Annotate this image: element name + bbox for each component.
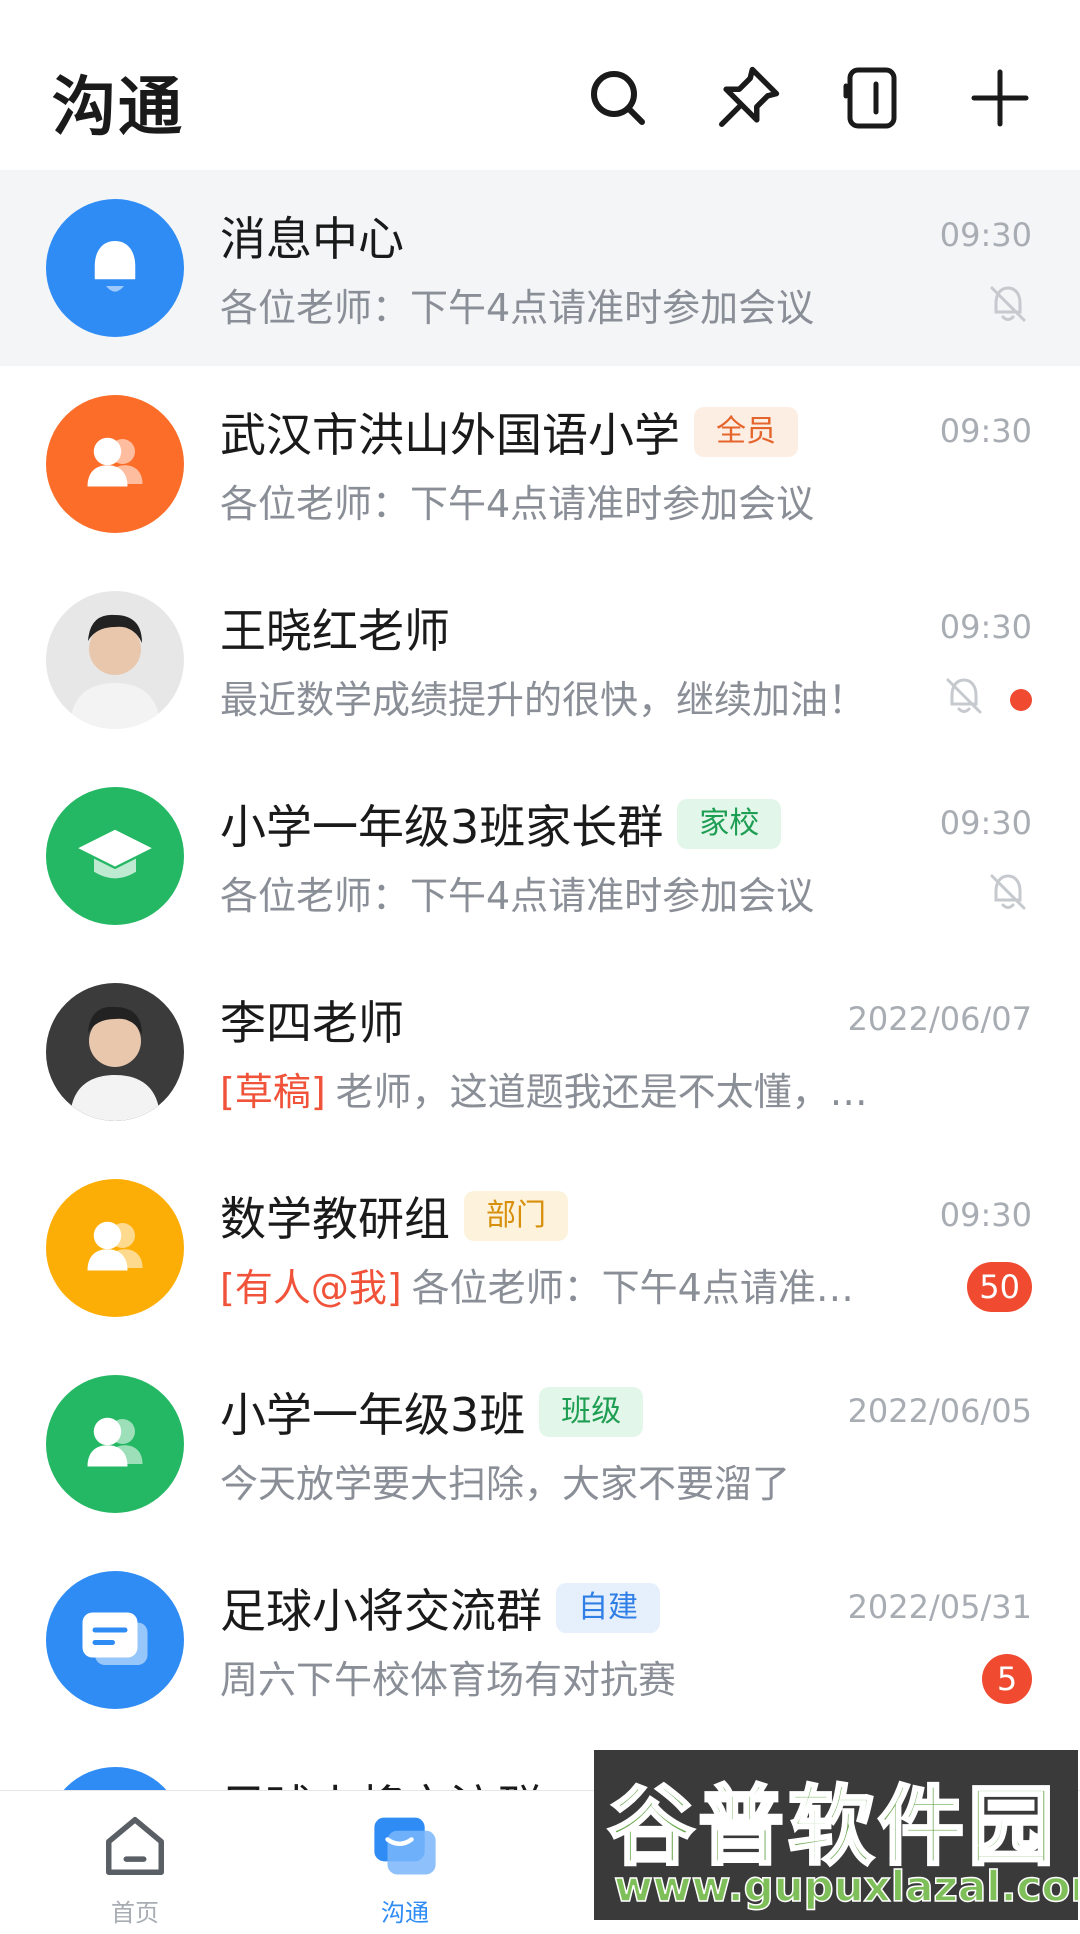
conversation-tag: 班级 xyxy=(539,1387,644,1437)
preview-prefix: [有人@我] xyxy=(220,1265,402,1310)
conversation-name: 消息中心 xyxy=(220,212,404,266)
avatar xyxy=(46,1179,184,1317)
watermark-url: www.gupuxlazal.com xyxy=(613,1861,1078,1912)
unread-dot xyxy=(1010,689,1032,711)
user-photo xyxy=(70,614,160,729)
home-icon xyxy=(106,1817,164,1875)
conversation-preview: 各位老师：下午4点请准时参加会议 xyxy=(220,873,815,918)
app-header: 沟通 xyxy=(0,0,1080,170)
conversation-item[interactable]: 李四老师 2022/06/07 [草稿]老师，这道题我还是不太懂，能麻烦… xyxy=(0,954,1080,1150)
conversation-title-line: 武汉市洪山外国语小学 全员 xyxy=(220,402,798,462)
conversation-preview-line: [草稿]老师，这道题我还是不太懂，能麻烦… xyxy=(220,1062,900,1114)
conversation-time: 09:30 xyxy=(939,412,1032,450)
mute-icon xyxy=(984,868,1032,916)
conversation-time: 2022/06/07 xyxy=(847,1000,1032,1038)
tablet-icon xyxy=(843,67,897,129)
avatar xyxy=(46,983,184,1121)
conversation-time: 2022/05/31 xyxy=(847,1588,1032,1626)
conversation-item[interactable]: 小学一年级3班 班级 2022/06/05 今天放学要大扫除，大家不要溜了 xyxy=(0,1346,1080,1542)
watermark: 谷普软件园 www.gupuxlazal.com xyxy=(594,1750,1078,1920)
conversation-preview-line: [有人@我] 各位老师：下午4点请准… xyxy=(220,1258,900,1310)
mute-icon xyxy=(984,280,1032,328)
chat-bubble-icon xyxy=(82,1612,148,1665)
tab-home[interactable]: 首页 xyxy=(55,1811,215,1927)
conversation-time: 09:30 xyxy=(939,804,1032,842)
chat-icon xyxy=(374,1817,436,1875)
tab-home-label: 首页 xyxy=(111,1899,159,1927)
conversation-tag: 家校 xyxy=(677,799,782,849)
conversation-preview-line: 各位老师：下午4点请准时参加会议 xyxy=(220,474,900,526)
page-title: 沟通 xyxy=(52,71,184,145)
unread-badge: 5 xyxy=(982,1654,1032,1704)
avatar xyxy=(46,1375,184,1513)
pin-icon xyxy=(719,66,780,127)
preview-prefix: [草稿] xyxy=(220,1069,326,1114)
avatar xyxy=(46,199,184,337)
avatar xyxy=(46,787,184,925)
conversation-item[interactable]: 武汉市洪山外国语小学 全员 09:30 各位老师：下午4点请准时参加会议 xyxy=(0,366,1080,562)
conversation-preview-line: 今天放学要大扫除，大家不要溜了 xyxy=(220,1454,900,1506)
conversation-title-line: 数学教研组 部门 xyxy=(220,1186,568,1246)
search-button[interactable] xyxy=(578,58,658,138)
conversation-preview-line: 周六下午校体育场有对抗赛 xyxy=(220,1650,900,1702)
conversation-time: 09:30 xyxy=(939,1196,1032,1234)
bell-icon xyxy=(94,241,136,292)
conversation-name: 武汉市洪山外国语小学 xyxy=(220,408,680,462)
pin-button[interactable] xyxy=(708,58,788,138)
conversation-time: 09:30 xyxy=(939,216,1032,254)
conversation-preview: 各位老师：下午4点请准时参加会议 xyxy=(220,481,815,526)
conversation-preview: 各位老师：下午4点请准时参加会议 xyxy=(220,285,815,330)
conversation-preview: 最近数学成绩提升的很快，继续加油！ xyxy=(220,677,867,722)
conversation-title-line: 小学一年级3班 班级 xyxy=(220,1382,644,1442)
conversation-name: 李四老师 xyxy=(220,996,404,1050)
unread-badge: 50 xyxy=(967,1262,1032,1312)
tab-chat[interactable]: 沟通 xyxy=(325,1811,485,1927)
conversation-preview: 各位老师：下午4点请准… xyxy=(411,1265,854,1310)
conversation-time: 2022/06/05 xyxy=(847,1392,1032,1430)
avatar xyxy=(46,395,184,533)
conversation-name: 小学一年级3班 xyxy=(220,1388,526,1442)
conversation-title-line: 王晓红老师 xyxy=(220,598,450,658)
mute-icon xyxy=(940,672,988,720)
conversation-preview: 今天放学要大扫除，大家不要溜了 xyxy=(220,1461,791,1506)
conversation-tag: 自建 xyxy=(556,1583,660,1633)
add-button[interactable] xyxy=(960,58,1040,138)
user-photo xyxy=(70,1006,160,1121)
conversation-preview: 老师，这道题我还是不太懂，能麻烦… xyxy=(335,1069,900,1114)
conversation-title-line: 足球小将交流群 自建 xyxy=(220,1578,660,1638)
group-icon xyxy=(87,1417,143,1467)
conversation-preview-line: 最近数学成绩提升的很快，继续加油！ xyxy=(220,670,900,722)
conversation-tag: 部门 xyxy=(464,1191,568,1241)
conversation-name: 足球小将交流群 xyxy=(220,1584,542,1638)
conversation-list: 消息中心 09:30 各位老师：下午4点请准时参加会议 武汉市洪山外国语小学 全员 09:… xyxy=(0,170,1080,1934)
conversation-name: 小学一年级3班家长群 xyxy=(220,800,664,854)
group-icon xyxy=(87,437,143,487)
conversation-title-line: 李四老师 xyxy=(220,990,404,1050)
conversation-item[interactable]: 消息中心 09:30 各位老师：下午4点请准时参加会议 xyxy=(0,170,1080,366)
conversation-tag: 全员 xyxy=(694,407,798,457)
tab-chat-label: 沟通 xyxy=(381,1899,429,1927)
graduation-cap-icon xyxy=(78,829,152,879)
avatar xyxy=(46,591,184,729)
conversation-item[interactable]: 王晓红老师 09:30 最近数学成绩提升的很快，继续加油！ xyxy=(0,562,1080,758)
conversation-title-line: 小学一年级3班家长群 家校 xyxy=(220,794,782,854)
conversation-time: 09:30 xyxy=(939,608,1032,646)
device-button[interactable] xyxy=(832,58,912,138)
conversation-name: 王晓红老师 xyxy=(220,604,450,658)
avatar xyxy=(46,1571,184,1709)
plus-icon xyxy=(971,69,1029,127)
conversation-item[interactable]: 足球小将交流群 自建 2022/05/31 周六下午校体育场有对抗赛 5 xyxy=(0,1542,1080,1738)
group-icon xyxy=(87,1221,143,1271)
conversation-preview-line: 各位老师：下午4点请准时参加会议 xyxy=(220,866,900,918)
conversation-item[interactable]: 小学一年级3班家长群 家校 09:30 各位老师：下午4点请准时参加会议 xyxy=(0,758,1080,954)
conversation-preview-line: 各位老师：下午4点请准时参加会议 xyxy=(220,278,900,330)
conversation-item[interactable]: 数学教研组 部门 09:30 [有人@我] 各位老师：下午4点请准… 50 xyxy=(0,1150,1080,1346)
conversation-name: 数学教研组 xyxy=(220,1192,450,1246)
conversation-title-line: 消息中心 xyxy=(220,206,404,266)
conversation-preview: 周六下午校体育场有对抗赛 xyxy=(220,1657,677,1702)
search-icon xyxy=(591,71,645,125)
